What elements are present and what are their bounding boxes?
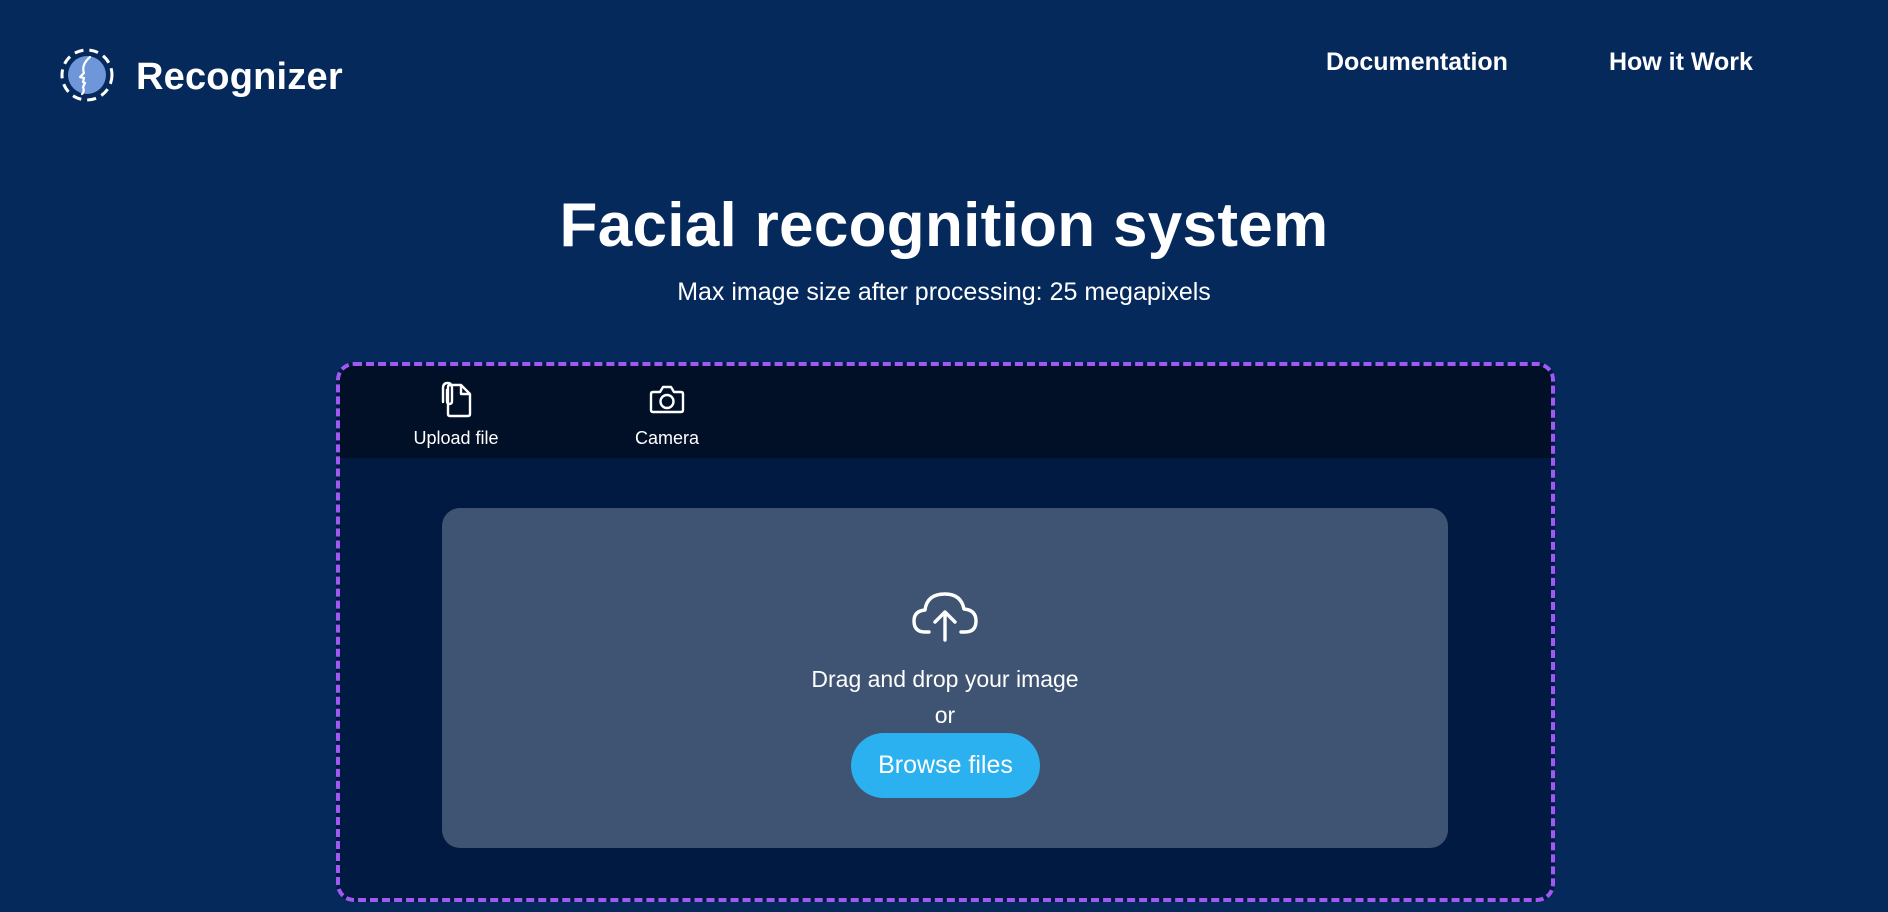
tab-camera[interactable]: Camera bbox=[607, 380, 727, 449]
dropzone-or-text: or bbox=[934, 702, 956, 728]
tab-upload-file[interactable]: Upload file bbox=[396, 380, 516, 449]
tab-upload-file-label: Upload file bbox=[413, 428, 499, 448]
tab-camera-label: Camera bbox=[634, 428, 700, 448]
file-upload-icon bbox=[396, 380, 516, 418]
face-profile-icon bbox=[60, 46, 136, 109]
page-title: Facial recognition system bbox=[559, 191, 1329, 260]
upload-panel[interactable]: Upload file Camera Drag and drop your im… bbox=[336, 362, 1555, 902]
nav-how-it-work[interactable]: How it Work bbox=[1609, 48, 1753, 77]
camera-icon bbox=[607, 380, 727, 418]
brand-name: Recognizer bbox=[136, 56, 343, 98]
brand-logo-link[interactable]: Recognizer bbox=[60, 46, 343, 109]
nav-documentation[interactable]: Documentation bbox=[1326, 48, 1508, 77]
dropzone-instruction: Drag and drop your image bbox=[811, 666, 1079, 692]
top-nav: Documentation How it Work bbox=[1326, 48, 1753, 77]
browse-files-button[interactable]: Browse files bbox=[851, 733, 1040, 798]
image-dropzone[interactable]: Drag and drop your image or Browse files bbox=[442, 508, 1448, 848]
header: Recognizer Documentation How it Work bbox=[0, 0, 1888, 150]
upload-tabbar: Upload file Camera bbox=[340, 366, 1551, 458]
page-subtitle: Max image size after processing: 25 mega… bbox=[677, 278, 1211, 306]
